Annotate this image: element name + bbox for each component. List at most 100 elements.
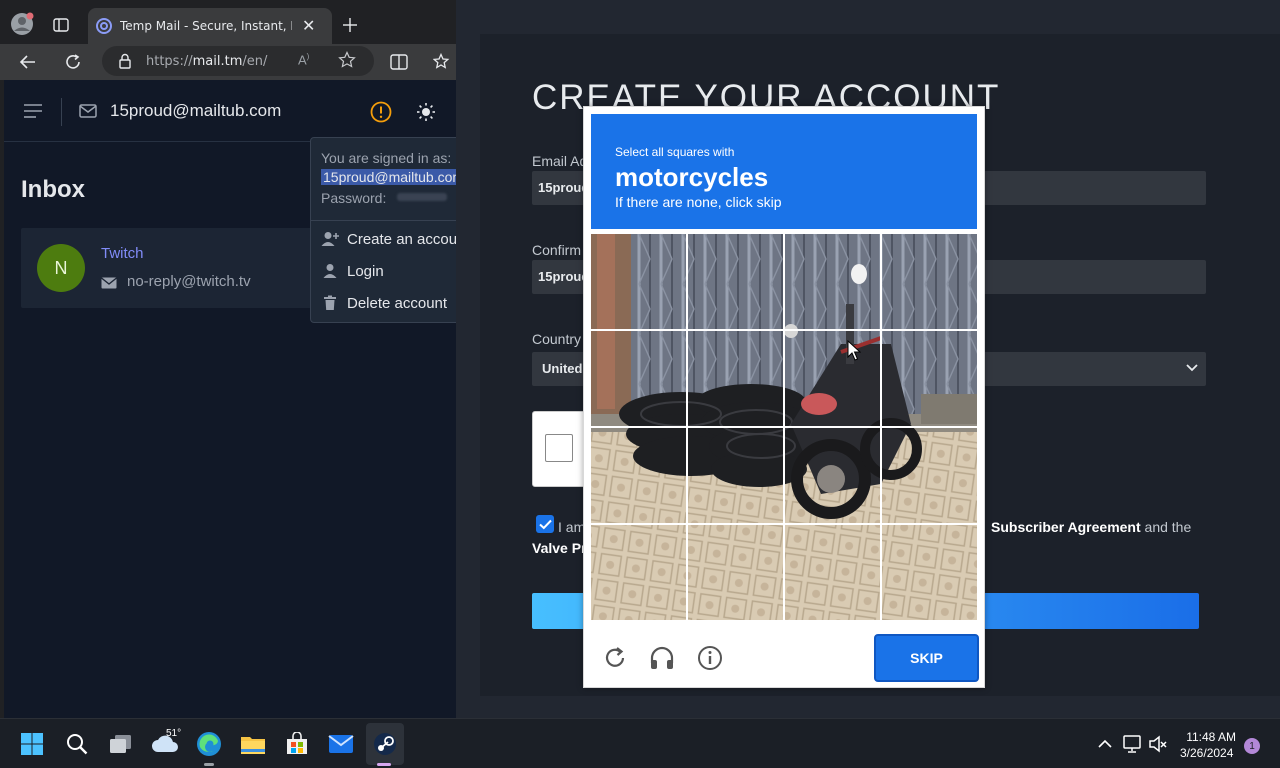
theme-sun-icon[interactable]: [414, 100, 438, 124]
user-icon: [321, 263, 339, 279]
agree-suffix: and the: [1144, 519, 1192, 535]
back-icon[interactable]: [18, 52, 38, 72]
alert-icon[interactable]: [369, 100, 393, 124]
captcha-tile[interactable]: [882, 525, 977, 620]
edge-browser-icon[interactable]: [194, 729, 224, 759]
clock-date[interactable]: 3/26/2024: [1180, 746, 1233, 760]
headphones-icon[interactable]: [649, 645, 675, 671]
captcha-tile[interactable]: [785, 234, 880, 329]
captcha-tile[interactable]: [882, 234, 977, 329]
captcha-tile[interactable]: [591, 428, 686, 523]
favorites-icon[interactable]: [432, 52, 452, 72]
captcha-tile-image: [785, 234, 880, 329]
captcha-tile-image: [882, 428, 977, 523]
tab-close-icon[interactable]: ✕: [302, 16, 315, 36]
captcha-tile[interactable]: [591, 234, 686, 329]
split-screen-icon[interactable]: [389, 52, 409, 72]
refresh-icon[interactable]: [63, 52, 83, 72]
menu-item-delete-account[interactable]: Delete account: [321, 291, 447, 315]
hamburger-menu-icon[interactable]: [22, 102, 44, 120]
navigation-bar: https://mail.tm/en/ A): [0, 44, 456, 80]
hcaptcha-checkbox[interactable]: [545, 434, 573, 462]
valve-privacy-link[interactable]: Valve Pr: [532, 540, 587, 556]
captcha-tile[interactable]: [785, 428, 880, 523]
challenge-hint: If there are none, click skip: [615, 194, 782, 210]
trash-icon: [321, 295, 339, 311]
info-icon[interactable]: [697, 645, 723, 671]
captcha-tile-image: [591, 525, 686, 620]
challenge-header: Select all squares with motorcycles If t…: [591, 114, 977, 229]
sender-name: Twitch: [101, 245, 144, 262]
captcha-tile[interactable]: [688, 525, 783, 620]
sender-avatar: N: [37, 244, 85, 292]
captcha-tile-image: [882, 525, 977, 620]
captcha-tile-image: [882, 234, 977, 329]
new-tab-icon[interactable]: [340, 15, 360, 35]
account-dropdown-menu: You are signed in as: 15proud@mailtub.co…: [310, 137, 456, 323]
message-list-item[interactable]: N Twitch no-reply@twitch.tv: [21, 228, 321, 308]
chevron-down-icon: [1186, 364, 1198, 372]
task-view-icon[interactable]: [106, 729, 136, 759]
captcha-tile-image: [785, 428, 880, 523]
menu-divider: [311, 220, 456, 221]
url-text: https://mail.tm/en/: [146, 53, 268, 69]
captcha-tile-image: [688, 428, 783, 523]
signed-in-email[interactable]: 15proud@mailtub.com: [321, 169, 456, 185]
microsoft-store-icon[interactable]: [282, 729, 312, 759]
current-email-address[interactable]: 15proud@mailtub.com: [110, 101, 281, 121]
menu-item-label: Delete account: [347, 294, 448, 312]
lock-icon[interactable]: [118, 53, 132, 69]
captcha-tile[interactable]: [785, 525, 880, 620]
favorite-star-icon[interactable]: [338, 51, 356, 69]
browser-window: Temp Mail - Secure, Instant, Fast ✕ http…: [0, 0, 456, 718]
mail-app-icon[interactable]: [326, 729, 356, 759]
hcaptcha-widget[interactable]: [532, 411, 588, 487]
clock-time[interactable]: 11:48 AM: [1184, 730, 1236, 744]
profile-avatar-icon[interactable]: [10, 12, 34, 36]
menu-item-login[interactable]: Login: [321, 259, 384, 283]
captcha-tile[interactable]: [688, 331, 783, 426]
taskbar: 51° 11:48 AM 3/26/2024 1: [0, 718, 1280, 768]
agree-checkbox[interactable]: [536, 515, 554, 533]
captcha-challenge: Select all squares with motorcycles If t…: [583, 106, 985, 688]
search-icon[interactable]: [62, 729, 92, 759]
agree-text: I am: [558, 519, 586, 535]
volume-muted-icon[interactable]: [1143, 729, 1173, 759]
captcha-tile[interactable]: [688, 428, 783, 523]
captcha-tile-image: [688, 525, 783, 620]
steam-icon[interactable]: [370, 729, 400, 759]
captcha-tile-image: [882, 331, 977, 426]
chevron-up-icon[interactable]: [1090, 729, 1120, 759]
app-header: 15proud@mailtub.com: [4, 80, 456, 142]
menu-item-create-account[interactable]: Create an account: [321, 227, 456, 251]
tab-actions-icon[interactable]: [52, 16, 70, 34]
menu-item-label: Create an account: [347, 230, 456, 248]
header-divider: [61, 98, 62, 126]
captcha-tile-image: [688, 331, 783, 426]
captcha-tile-image: [591, 234, 686, 329]
notification-badge[interactable]: 1: [1244, 738, 1260, 754]
password-hidden-value[interactable]: [397, 193, 447, 201]
subscriber-agreement-link[interactable]: Subscriber Agreement: [991, 519, 1141, 535]
inbox-title: Inbox: [21, 176, 85, 203]
captcha-tile[interactable]: [688, 234, 783, 329]
envelope-icon: [101, 277, 117, 289]
captcha-tile[interactable]: [591, 331, 686, 426]
captcha-tile-image: [785, 331, 880, 426]
refresh-icon[interactable]: [602, 645, 628, 671]
read-aloud-icon[interactable]: A): [298, 52, 309, 67]
skip-button[interactable]: SKIP: [874, 634, 979, 682]
address-bar[interactable]: https://mail.tm/en/ A): [102, 46, 374, 76]
captcha-tile[interactable]: [882, 428, 977, 523]
widget-arrow: [573, 440, 583, 456]
challenge-prompt: Select all squares with: [615, 145, 735, 159]
tab-temp-mail[interactable]: Temp Mail - Secure, Instant, Fast ✕: [88, 8, 332, 44]
signed-in-label: You are signed in as:: [321, 150, 452, 166]
captcha-tile[interactable]: [591, 525, 686, 620]
captcha-tile[interactable]: [882, 331, 977, 426]
file-explorer-icon[interactable]: [238, 729, 268, 759]
password-label: Password:: [321, 190, 387, 206]
windows-start-icon[interactable]: [17, 729, 47, 759]
captcha-tile[interactable]: [785, 331, 880, 426]
checkmark-icon: [538, 519, 552, 529]
